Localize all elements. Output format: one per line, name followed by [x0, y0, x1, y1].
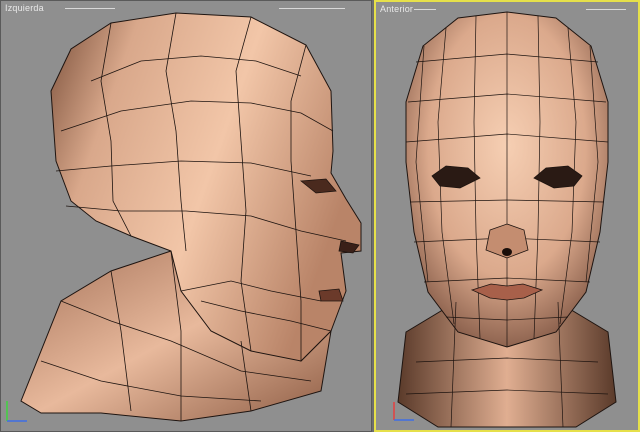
- axis-tripod-icon: [6, 401, 27, 422]
- safe-frame-line: [586, 9, 626, 10]
- viewport-left[interactable]: Izquierda: [0, 0, 372, 432]
- head-mesh-front-view: [397, 11, 617, 428]
- axis-tripod-icon: [393, 402, 414, 421]
- safe-frame-line: [279, 8, 345, 9]
- safe-frame-line: [65, 8, 115, 9]
- head-mesh-side-view: [20, 12, 362, 422]
- viewport-grid: Izquierda Anterior: [0, 0, 640, 432]
- viewport-label-right[interactable]: Anterior: [380, 4, 413, 14]
- viewport-right[interactable]: Anterior: [374, 0, 640, 432]
- viewport-label-left[interactable]: Izquierda: [5, 3, 44, 13]
- safe-frame-line: [414, 9, 436, 10]
